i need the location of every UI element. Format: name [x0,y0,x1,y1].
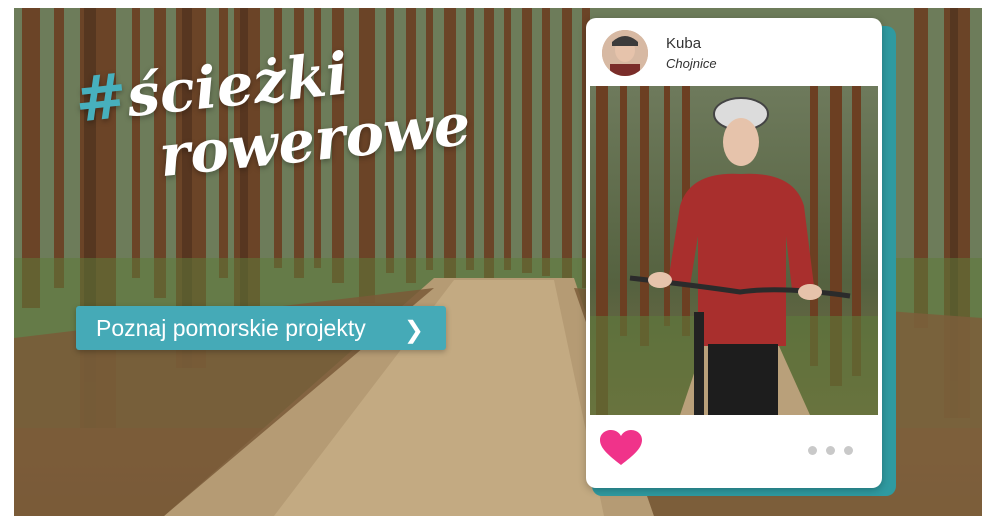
post-location: Chojnice [666,56,717,71]
heart-icon[interactable] [600,430,642,466]
dot [826,446,835,455]
post-photo [590,86,878,415]
explore-projects-label: Poznaj pomorskie projekty [96,314,366,341]
dot [808,446,817,455]
chevron-right-icon: ❯ [403,317,424,344]
social-post-card: Kuba Chojnice [586,18,882,488]
avatar [602,30,648,76]
post-username: Kuba [666,35,702,52]
hashtag-symbol: # [71,58,131,137]
explore-projects-button[interactable]: Poznaj pomorskie projekty ❯ [76,306,446,350]
more-dots-icon[interactable] [808,446,853,455]
dot [844,446,853,455]
